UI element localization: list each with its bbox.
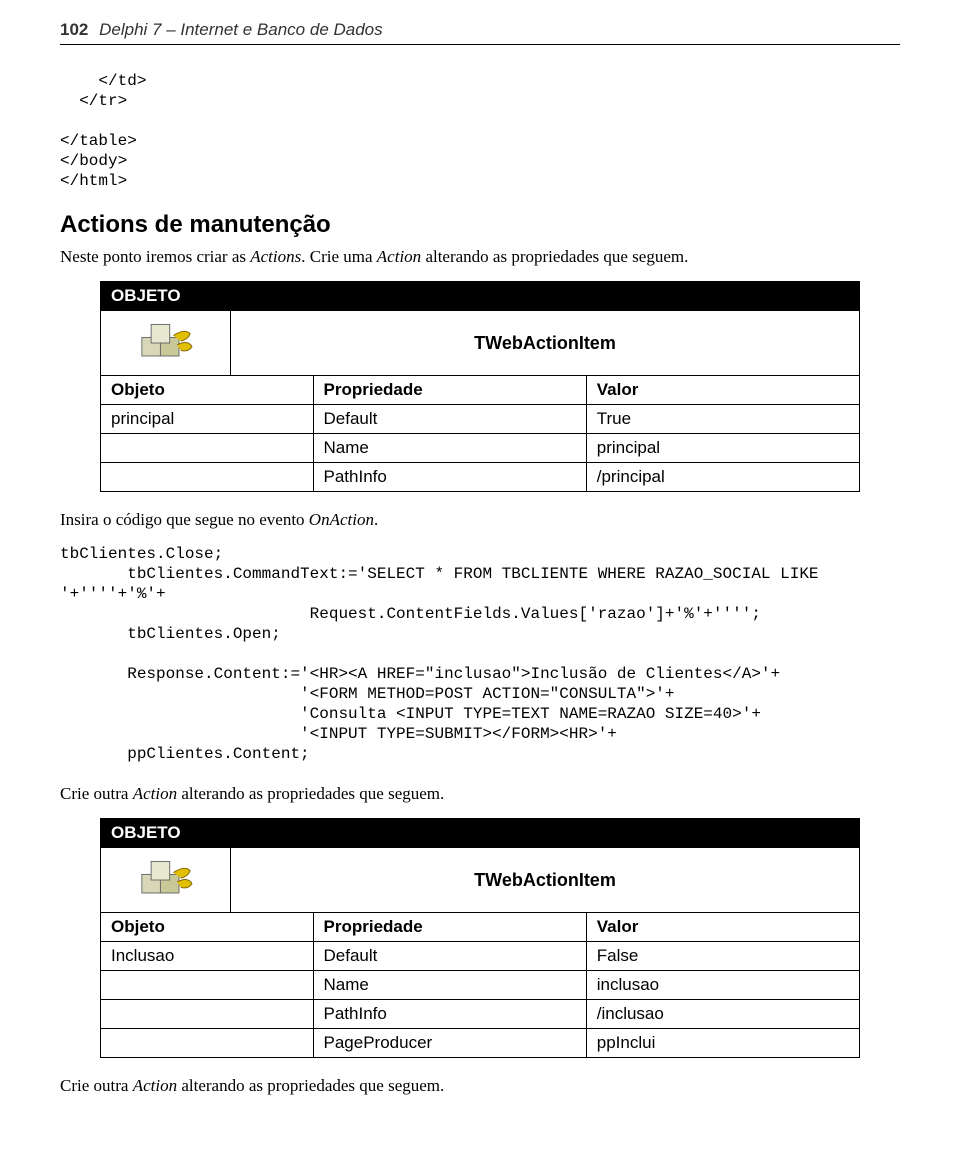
component-icon-cell [101,848,231,912]
col-valor: Valor [586,376,859,405]
col-prop: Propriedade [313,913,586,942]
book-title: Delphi 7 – Internet e Banco de Dados [99,20,383,39]
table-row: PathInfo/principal [101,463,860,492]
component-type: TWebActionItem [231,311,859,375]
col-prop: Propriedade [313,376,586,405]
col-objeto: Objeto [101,913,314,942]
col-objeto: Objeto [101,376,314,405]
section-title: Actions de manutenção [60,211,900,239]
header-rule [60,44,900,45]
table-row: InclusaoDefaultFalse [101,942,860,971]
para-3: Crie outra Action alterando as proprieda… [60,784,900,804]
table-row: PageProducerppInclui [101,1029,860,1058]
para-2: Insira o código que segue no evento OnAc… [60,510,900,530]
para-4: Crie outra Action alterando as proprieda… [60,1076,900,1096]
table-row: principalDefaultTrue [101,405,860,434]
page-number: 102 [60,20,88,39]
para-1: Neste ponto iremos criar as Actions. Cri… [60,247,900,267]
col-valor: Valor [586,913,859,942]
component-type: TWebActionItem [231,848,859,912]
component-icon-cell [101,311,231,375]
object-table-1: OBJETO TWebActionItem Objeto Propriedade… [100,281,860,492]
code-block-2: tbClientes.Close; tbClientes.CommandText… [60,544,900,764]
table-row: Nameprincipal [101,434,860,463]
table-header: OBJETO [101,819,860,848]
delphi-component-icon [136,317,196,369]
object-table-2: OBJETO TWebActionItem Objeto Propriedade… [100,818,860,1058]
table-row: Nameinclusao [101,971,860,1000]
code-block-1: </td> </tr> </table> </body> </html> [60,71,900,191]
delphi-component-icon [136,854,196,906]
table-row: PathInfo/inclusao [101,1000,860,1029]
page-header: 102 Delphi 7 – Internet e Banco de Dados [60,20,900,40]
table-header: OBJETO [101,282,860,311]
